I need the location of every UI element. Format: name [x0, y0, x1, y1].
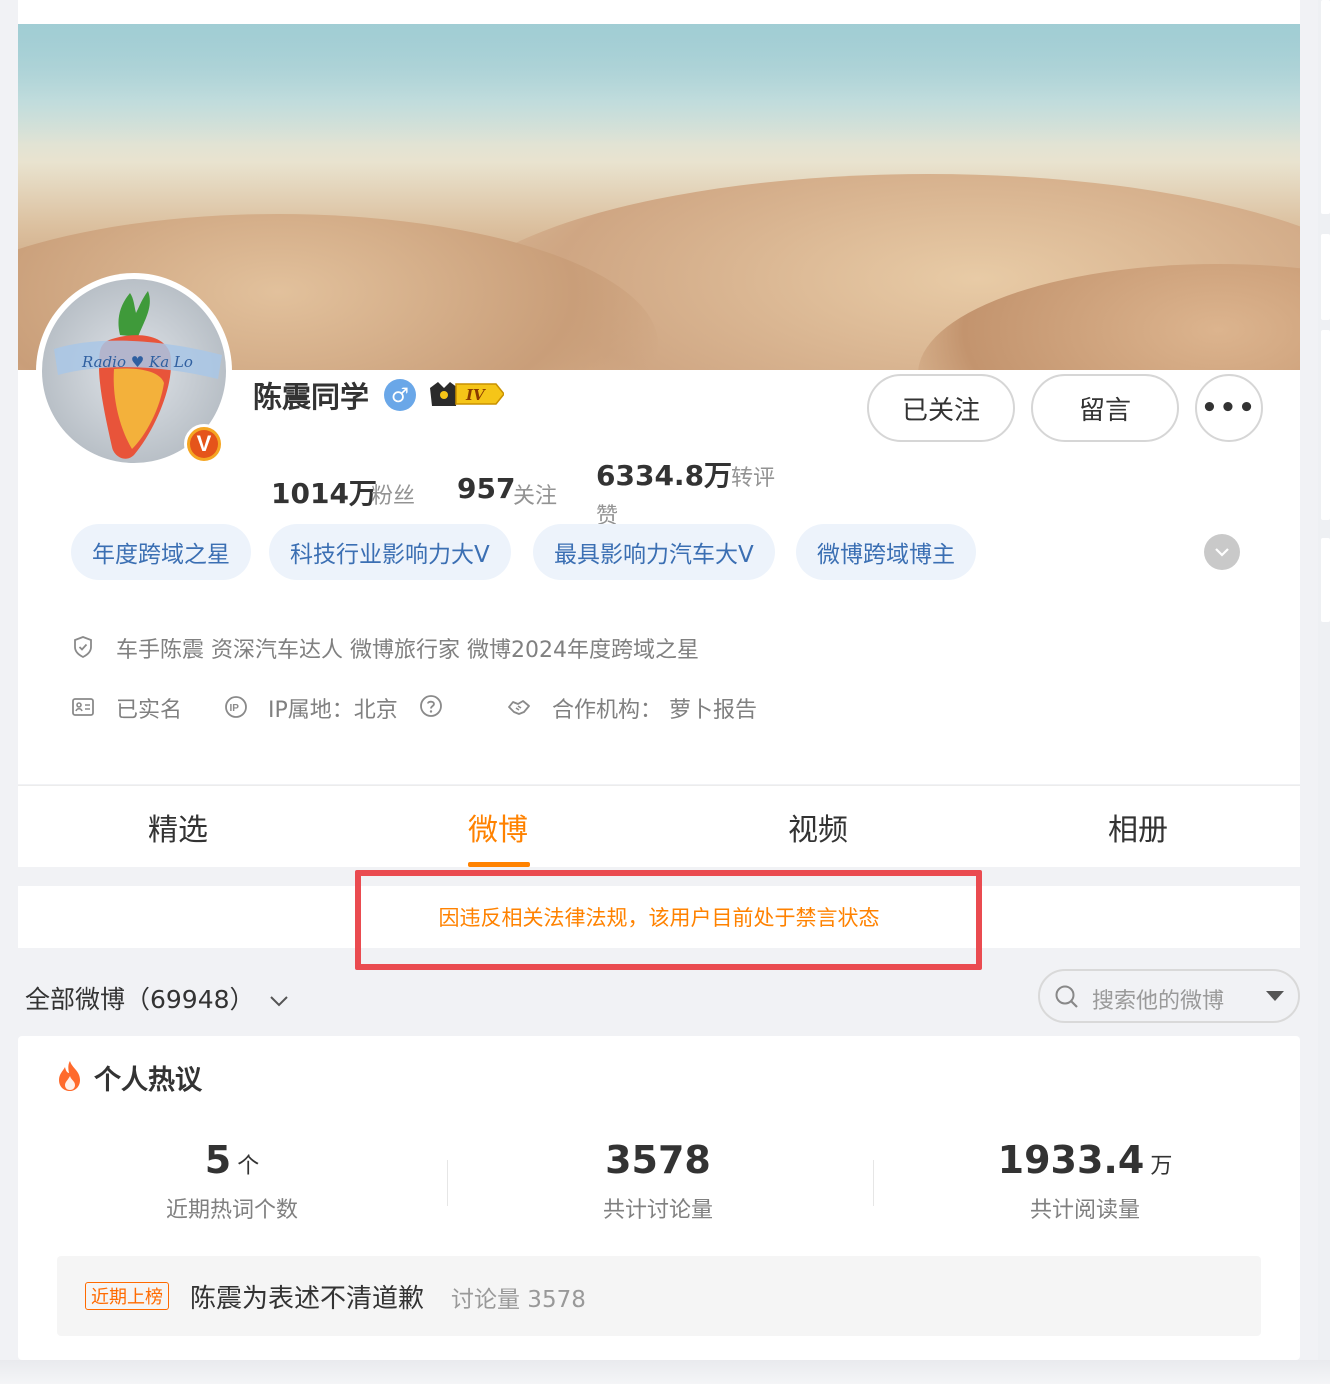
metric-unit: 个: [237, 1154, 260, 1179]
top-strip: [18, 0, 1300, 24]
message-button[interactable]: 留言: [1031, 374, 1179, 442]
svg-text:IP: IP: [230, 703, 240, 714]
search-dropdown-caret-icon[interactable]: [1266, 991, 1284, 1001]
expand-chevron-icon[interactable]: [1204, 534, 1240, 570]
ip-location: IP属地：北京: [268, 698, 398, 723]
svg-text:Radio ♥ Ka Lo: Radio ♥ Ka Lo: [81, 353, 193, 371]
svg-text:IV: IV: [465, 386, 486, 404]
fans-count[interactable]: 1014万: [271, 472, 377, 512]
metric-label: 共计讨论量: [602, 1198, 713, 1223]
followed-button[interactable]: 已关注: [867, 374, 1015, 442]
metric-reads: 1933.4 万 共计阅读量: [955, 1138, 1215, 1224]
tag-auto-influence[interactable]: 最具影响力汽车大V: [533, 524, 775, 580]
tab-albums[interactable]: 相册: [978, 786, 1298, 868]
metric-value: 3578: [605, 1138, 711, 1182]
tab-weibo[interactable]: 微博: [338, 786, 658, 868]
user-name: 陈震同学: [253, 380, 370, 414]
following-count[interactable]: 957: [457, 472, 515, 505]
metric-hot-words: 5个 近期热词个数: [112, 1138, 352, 1224]
interactions-count: 6334.8万: [596, 459, 733, 492]
verified-badge-icon: V: [184, 424, 224, 464]
active-tab-indicator: [468, 862, 530, 867]
metric-discussions: 3578 共计讨论量: [538, 1138, 778, 1224]
following-label: 关注: [513, 484, 558, 509]
search-box[interactable]: 搜索他的微博: [1038, 969, 1300, 1023]
tab-featured[interactable]: 精选: [18, 786, 338, 868]
divider: [873, 1160, 874, 1206]
tag-annual-star[interactable]: 年度跨域之星: [71, 524, 251, 580]
all-weibo-label: 全部微博（69948）: [25, 985, 255, 1014]
crown-level-icon: IV: [430, 382, 504, 406]
bottom-fade: [0, 1360, 1330, 1384]
profile-tabs: 精选 微博 视频 相册: [18, 785, 1300, 867]
search-input[interactable]: 搜索他的微博: [1092, 983, 1224, 1015]
trending-topic-title[interactable]: 陈震为表述不清道歉: [190, 1278, 424, 1315]
tag-tech-influence[interactable]: 科技行业影响力大V: [269, 524, 511, 580]
divider: [447, 1160, 448, 1206]
real-name-status: 已实名: [116, 698, 183, 723]
tag-cross-domain[interactable]: 微博跨域博主: [796, 524, 976, 580]
metric-unit: 万: [1150, 1154, 1173, 1179]
metric-value: 1933.4: [997, 1138, 1145, 1182]
male-gender-icon: ♂: [384, 379, 416, 411]
metric-label: 共计阅读量: [1029, 1198, 1140, 1223]
hot-card-title: 个人热议: [94, 1065, 202, 1096]
fans-label: 粉丝: [371, 484, 416, 509]
highlight-annotation-box: [355, 870, 982, 970]
trending-topic-count: 讨论量 3578: [451, 1287, 586, 1313]
handshake-icon: [508, 700, 530, 715]
chevron-down-icon: [270, 996, 289, 1007]
id-card-icon: [72, 698, 94, 716]
metric-label: 近期热词个数: [165, 1198, 298, 1223]
shield-icon: [74, 636, 92, 659]
agency-info: 合作机构： 萝卜报告: [552, 698, 757, 723]
trending-item[interactable]: 近期上榜 陈震为表述不清道歉 讨论量 3578: [57, 1256, 1261, 1336]
tab-videos[interactable]: 视频: [658, 786, 978, 868]
fire-icon: [59, 1061, 80, 1091]
metric-value: 5: [204, 1138, 232, 1182]
right-scroll-rail: [1318, 0, 1330, 1384]
question-icon[interactable]: [419, 694, 443, 718]
interactions-label: 转评: [731, 466, 776, 491]
search-icon: [1055, 985, 1078, 1008]
bio-text: 车手陈震 资深汽车达人 微博旅行家 微博2024年度跨域之星: [116, 638, 699, 663]
recent-trending-badge: 近期上榜: [85, 1282, 169, 1310]
more-button[interactable]: •••: [1195, 374, 1263, 442]
ip-icon: IP: [225, 696, 247, 718]
all-weibo-filter[interactable]: 全部微博（69948）: [25, 980, 290, 1016]
